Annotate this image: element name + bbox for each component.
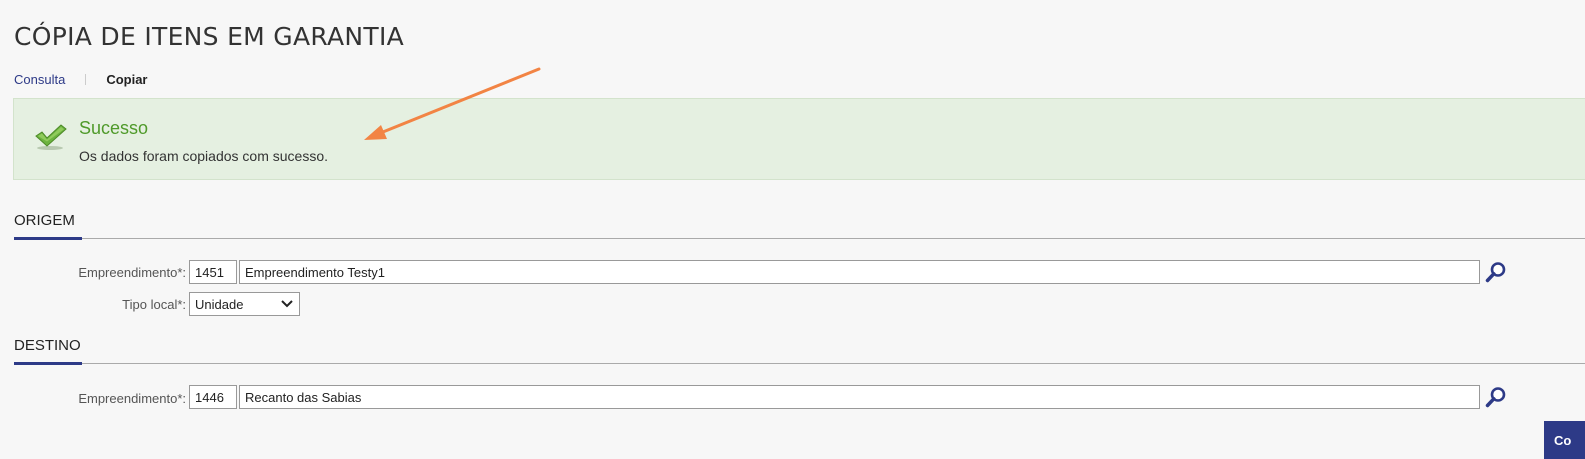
destino-section-accent xyxy=(14,362,82,365)
copy-button[interactable]: Co xyxy=(1544,421,1585,459)
success-alert: Sucesso Os dados foram copiados com suce… xyxy=(13,98,1585,180)
destino-empreendimento-code-input[interactable] xyxy=(189,385,237,409)
origem-section-accent xyxy=(14,237,82,240)
alert-message: Os dados foram copiados com sucesso. xyxy=(79,148,329,164)
page-title: CÓPIA DE ITENS EM GARANTIA xyxy=(14,22,405,51)
breadcrumb: Consulta Copiar xyxy=(14,72,147,87)
tipo-local-selected-value: Unidade xyxy=(195,296,244,312)
origem-empreendimento-name-input[interactable] xyxy=(239,260,1480,284)
destino-section-divider xyxy=(14,363,1585,364)
origem-empreendimento-code-input[interactable] xyxy=(189,260,237,284)
tipo-local-label: Tipo local*: xyxy=(122,297,186,312)
breadcrumb-separator xyxy=(85,74,87,85)
tipo-local-select[interactable]: Unidade xyxy=(189,292,300,316)
origem-section-divider xyxy=(14,238,1585,239)
chevron-down-icon xyxy=(281,300,293,308)
alert-title: Sucesso xyxy=(79,118,149,138)
check-icon xyxy=(35,124,67,150)
destino-search-icon[interactable] xyxy=(1484,385,1508,409)
destino-empreendimento-name-input[interactable] xyxy=(239,385,1480,409)
destino-empreendimento-label: Empreendimento*: xyxy=(78,391,186,406)
destino-section-title: DESTINO xyxy=(14,337,81,354)
origem-section-title: ORIGEM xyxy=(14,212,75,229)
breadcrumb-consulta-link[interactable]: Consulta xyxy=(14,72,65,87)
origem-empreendimento-label: Empreendimento*: xyxy=(78,265,186,280)
breadcrumb-current: Copiar xyxy=(106,72,148,87)
origem-search-icon[interactable] xyxy=(1484,260,1508,284)
